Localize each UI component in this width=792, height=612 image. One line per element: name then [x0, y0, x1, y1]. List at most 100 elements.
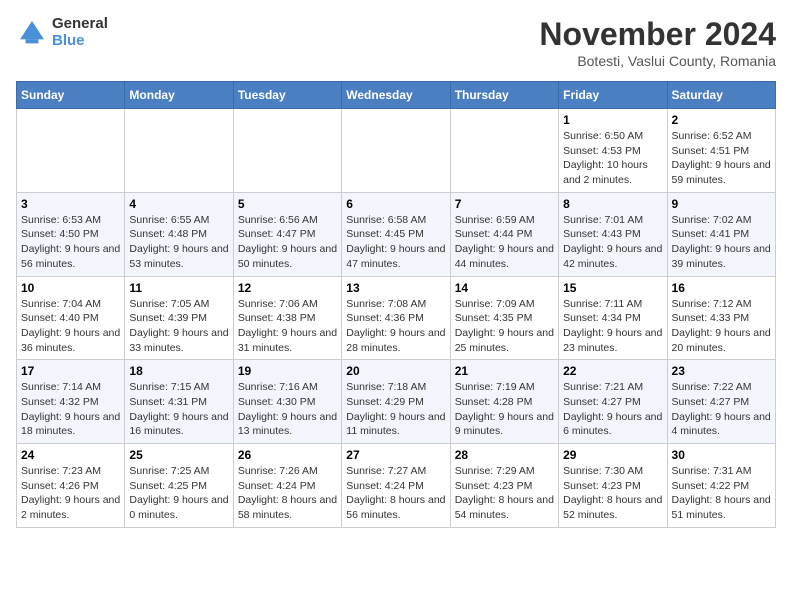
day-info: Sunrise: 7:01 AM Sunset: 4:43 PM Dayligh… [563, 213, 662, 272]
day-number: 17 [21, 364, 120, 378]
calendar-cell [17, 109, 125, 193]
day-number: 11 [129, 281, 228, 295]
logo-icon [16, 17, 48, 49]
day-number: 28 [455, 448, 554, 462]
calendar-cell: 30 Sunrise: 7:31 AM Sunset: 4:22 PM Dayli… [667, 444, 775, 528]
calendar-cell: 6Sunrise: 6:58 AM Sunset: 4:45 PM Daylig… [342, 192, 450, 276]
day-number: 10 [21, 281, 120, 295]
day-info: Sunrise: 7:29 AM Sunset: 4:23 PM Dayligh… [455, 464, 554, 523]
calendar-cell: 11 Sunrise: 7:05 AM Sunset: 4:39 PM Dayli… [125, 276, 233, 360]
weekday-header: Tuesday [233, 82, 341, 109]
day-info: Sunrise: 7:16 AM Sunset: 4:30 PM Dayligh… [238, 380, 337, 439]
day-info: Sunrise: 7:09 AM Sunset: 4:35 PM Dayligh… [455, 297, 554, 356]
day-info: Sunrise: 6:53 AM Sunset: 4:50 PM Dayligh… [21, 213, 120, 272]
calendar-cell: 15 Sunrise: 7:11 AM Sunset: 4:34 PM Dayli… [559, 276, 667, 360]
calendar-cell: 3 Sunrise: 6:53 AM Sunset: 4:50 PM Daylig… [17, 192, 125, 276]
calendar-cell: 25 Sunrise: 7:25 AM Sunset: 4:25 PM Dayli… [125, 444, 233, 528]
day-number: 15 [563, 281, 662, 295]
calendar-cell: 14 Sunrise: 7:09 AM Sunset: 4:35 PM Dayli… [450, 276, 558, 360]
logo-general: General [52, 16, 108, 33]
day-info: Sunrise: 7:23 AM Sunset: 4:26 PM Dayligh… [21, 464, 120, 523]
weekday-header: Thursday [450, 82, 558, 109]
logo-blue: Blue [52, 33, 108, 50]
day-number: 13 [346, 281, 445, 295]
calendar-cell [450, 109, 558, 193]
day-info: Sunrise: 7:31 AM Sunset: 4:22 PM Dayligh… [672, 464, 771, 523]
day-number: 8 [563, 197, 662, 211]
day-number: 16 [672, 281, 771, 295]
day-info: Sunrise: 6:55 AM Sunset: 4:48 PM Dayligh… [129, 213, 228, 272]
day-number: 30 [672, 448, 771, 462]
logo-text: General Blue [52, 16, 108, 49]
calendar-cell: 24 Sunrise: 7:23 AM Sunset: 4:26 PM Dayli… [17, 444, 125, 528]
weekday-header: Saturday [667, 82, 775, 109]
calendar-cell: 1 Sunrise: 6:50 AM Sunset: 4:53 PM Daylig… [559, 109, 667, 193]
calendar-cell: 23 Sunrise: 7:22 AM Sunset: 4:27 PM Dayli… [667, 360, 775, 444]
calendar-week-row: 17Sunrise: 7:14 AM Sunset: 4:32 PM Dayli… [17, 360, 776, 444]
day-number: 29 [563, 448, 662, 462]
logo: General Blue [16, 16, 108, 49]
day-info: Sunrise: 7:06 AM Sunset: 4:38 PM Dayligh… [238, 297, 337, 356]
day-info: Sunrise: 7:30 AM Sunset: 4:23 PM Dayligh… [563, 464, 662, 523]
calendar-cell: 29 Sunrise: 7:30 AM Sunset: 4:23 PM Dayli… [559, 444, 667, 528]
weekday-header-row: SundayMondayTuesdayWednesdayThursdayFrid… [17, 82, 776, 109]
day-info: Sunrise: 7:04 AM Sunset: 4:40 PM Dayligh… [21, 297, 120, 356]
calendar-cell: 2 Sunrise: 6:52 AM Sunset: 4:51 PM Daylig… [667, 109, 775, 193]
day-info: Sunrise: 7:08 AM Sunset: 4:36 PM Dayligh… [346, 297, 445, 356]
weekday-header: Sunday [17, 82, 125, 109]
day-info: Sunrise: 7:15 AM Sunset: 4:31 PM Dayligh… [129, 380, 228, 439]
calendar-cell: 19 Sunrise: 7:16 AM Sunset: 4:30 PM Dayli… [233, 360, 341, 444]
day-number: 2 [672, 113, 771, 127]
calendar-cell [233, 109, 341, 193]
weekday-header: Friday [559, 82, 667, 109]
calendar-cell: 27Sunrise: 7:27 AM Sunset: 4:24 PM Dayli… [342, 444, 450, 528]
day-number: 14 [455, 281, 554, 295]
calendar-cell: 18 Sunrise: 7:15 AM Sunset: 4:31 PM Dayli… [125, 360, 233, 444]
page-header: General Blue November 2024 Botesti, Vasl… [16, 16, 776, 69]
day-info: Sunrise: 6:59 AM Sunset: 4:44 PM Dayligh… [455, 213, 554, 272]
day-info: Sunrise: 7:11 AM Sunset: 4:34 PM Dayligh… [563, 297, 662, 356]
location-title: Botesti, Vaslui County, Romania [539, 53, 776, 69]
day-info: Sunrise: 7:12 AM Sunset: 4:33 PM Dayligh… [672, 297, 771, 356]
day-number: 21 [455, 364, 554, 378]
day-number: 3 [21, 197, 120, 211]
day-number: 27 [346, 448, 445, 462]
day-number: 18 [129, 364, 228, 378]
calendar-cell: 9Sunrise: 7:02 AM Sunset: 4:41 PM Daylig… [667, 192, 775, 276]
day-info: Sunrise: 7:19 AM Sunset: 4:28 PM Dayligh… [455, 380, 554, 439]
calendar-week-row: 1 Sunrise: 6:50 AM Sunset: 4:53 PM Daylig… [17, 109, 776, 193]
calendar-cell: 16 Sunrise: 7:12 AM Sunset: 4:33 PM Dayli… [667, 276, 775, 360]
calendar-cell: 12Sunrise: 7:06 AM Sunset: 4:38 PM Dayli… [233, 276, 341, 360]
title-block: November 2024 Botesti, Vaslui County, Ro… [539, 16, 776, 69]
day-info: Sunrise: 7:25 AM Sunset: 4:25 PM Dayligh… [129, 464, 228, 523]
calendar-cell: 17Sunrise: 7:14 AM Sunset: 4:32 PM Dayli… [17, 360, 125, 444]
calendar-table: SundayMondayTuesdayWednesdayThursdayFrid… [16, 81, 776, 528]
calendar-cell: 5Sunrise: 6:56 AM Sunset: 4:47 PM Daylig… [233, 192, 341, 276]
day-info: Sunrise: 6:52 AM Sunset: 4:51 PM Dayligh… [672, 129, 771, 188]
day-number: 23 [672, 364, 771, 378]
day-number: 25 [129, 448, 228, 462]
day-number: 26 [238, 448, 337, 462]
calendar-cell: 8 Sunrise: 7:01 AM Sunset: 4:43 PM Daylig… [559, 192, 667, 276]
day-info: Sunrise: 7:05 AM Sunset: 4:39 PM Dayligh… [129, 297, 228, 356]
calendar-cell: 20 Sunrise: 7:18 AM Sunset: 4:29 PM Dayli… [342, 360, 450, 444]
day-number: 4 [129, 197, 228, 211]
calendar-cell [125, 109, 233, 193]
day-number: 1 [563, 113, 662, 127]
day-number: 5 [238, 197, 337, 211]
month-title: November 2024 [539, 16, 776, 53]
day-number: 19 [238, 364, 337, 378]
day-number: 20 [346, 364, 445, 378]
day-info: Sunrise: 7:22 AM Sunset: 4:27 PM Dayligh… [672, 380, 771, 439]
calendar-cell: 7 Sunrise: 6:59 AM Sunset: 4:44 PM Daylig… [450, 192, 558, 276]
day-info: Sunrise: 7:21 AM Sunset: 4:27 PM Dayligh… [563, 380, 662, 439]
day-number: 24 [21, 448, 120, 462]
day-info: Sunrise: 6:50 AM Sunset: 4:53 PM Dayligh… [563, 129, 662, 188]
day-info: Sunrise: 7:26 AM Sunset: 4:24 PM Dayligh… [238, 464, 337, 523]
calendar-cell [342, 109, 450, 193]
day-number: 22 [563, 364, 662, 378]
day-info: Sunrise: 7:18 AM Sunset: 4:29 PM Dayligh… [346, 380, 445, 439]
day-number: 7 [455, 197, 554, 211]
day-number: 6 [346, 197, 445, 211]
weekday-header: Monday [125, 82, 233, 109]
